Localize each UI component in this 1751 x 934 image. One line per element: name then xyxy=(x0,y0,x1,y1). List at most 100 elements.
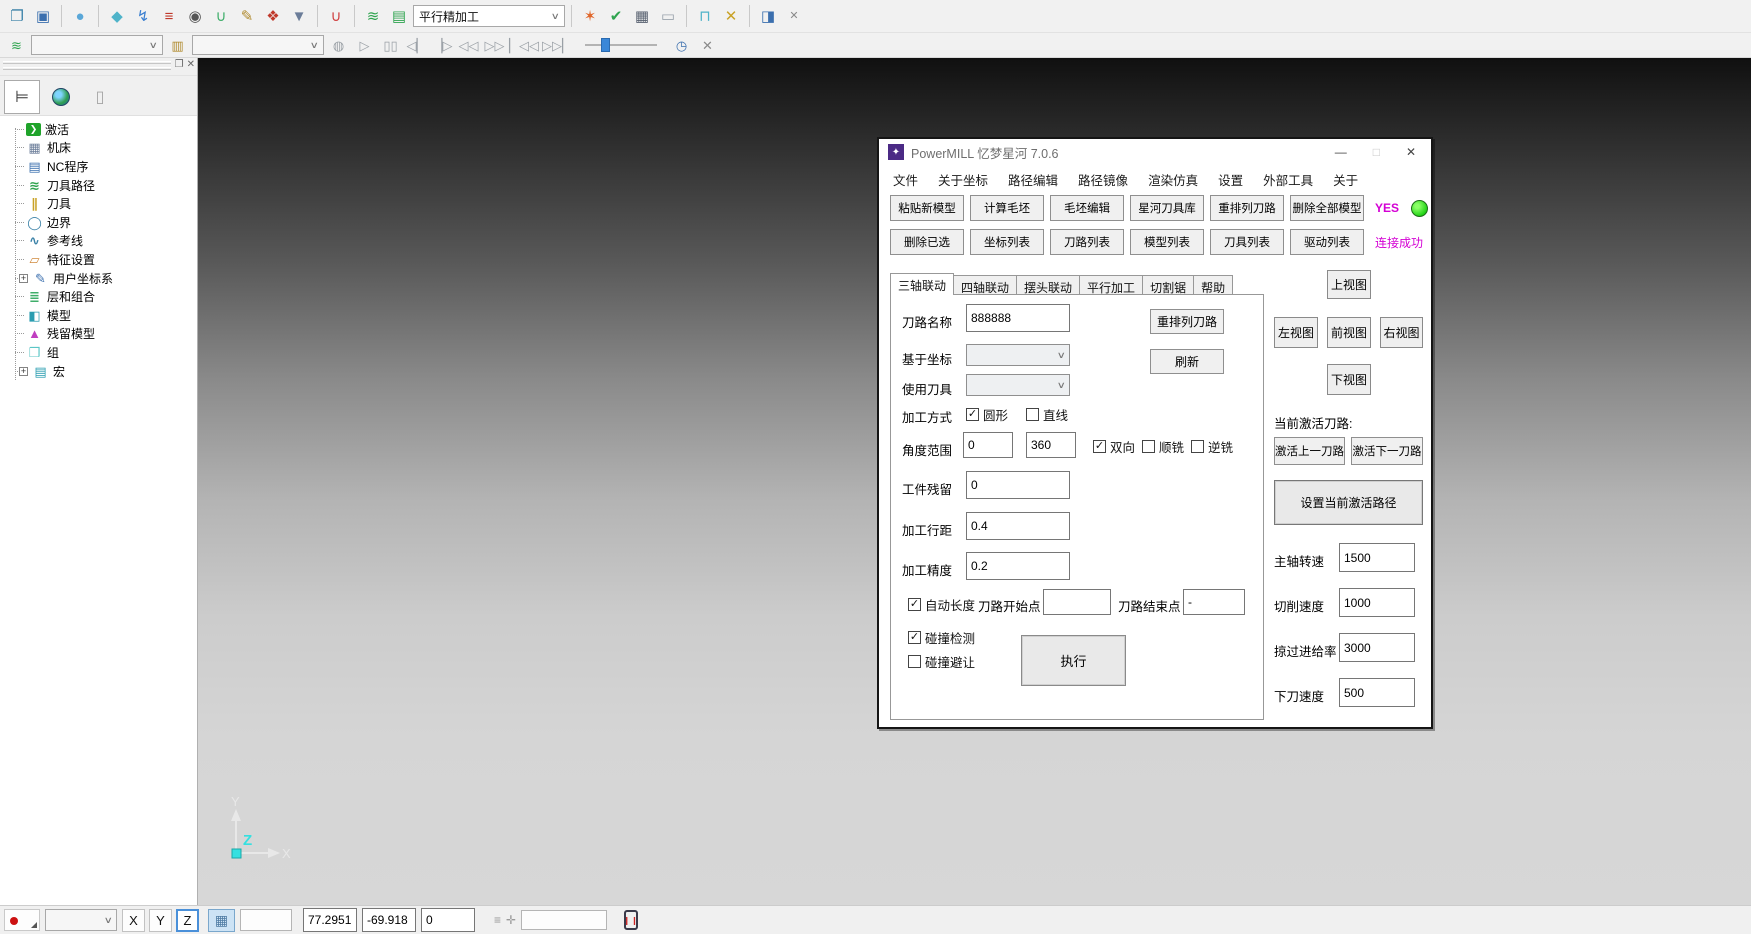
skim-feed-field[interactable] xyxy=(1339,633,1415,662)
based-coord-select[interactable]: ∨ xyxy=(966,344,1070,366)
left-view-button[interactable]: 左视图 xyxy=(1274,317,1318,348)
stock-edit-button[interactable]: 毛坯编辑 xyxy=(1050,195,1124,221)
tab-4axis[interactable]: 四轴联动 xyxy=(953,275,1017,295)
maximize-icon[interactable]: □ xyxy=(1373,145,1380,159)
tool-group-icon[interactable]: ▥ xyxy=(166,35,189,55)
climb-checkbox[interactable] xyxy=(1142,440,1155,453)
stock-remain-input[interactable] xyxy=(966,471,1070,499)
collision-avoid-checkbox[interactable] xyxy=(908,655,921,668)
dialog-title-bar[interactable]: ✦ PowerMILL 忆梦星河 7.0.6 — □ ✕ xyxy=(879,139,1431,165)
about-coord-menu[interactable]: 关于坐标 xyxy=(928,168,998,191)
transform-icon[interactable]: ✕ xyxy=(719,5,743,27)
boundary-create-icon[interactable]: ∪ xyxy=(209,5,233,27)
tree-item-patterns[interactable]: ∿参考线 xyxy=(6,232,197,251)
go-end-button[interactable]: ▷▷▏ xyxy=(542,35,572,55)
angle-to-input[interactable] xyxy=(1026,432,1076,458)
toolpath-list-button[interactable]: 刀路列表 xyxy=(1050,229,1124,255)
sim-toolbar-close-icon[interactable]: ✕ xyxy=(696,35,719,55)
use-tool-select[interactable]: ∨ xyxy=(966,374,1070,396)
strategy-list-icon[interactable]: ▤ xyxy=(387,5,411,27)
tolerance-input[interactable] xyxy=(966,552,1070,580)
tree-item-activate[interactable]: ❯激活 xyxy=(6,120,197,139)
calculator-icon[interactable]: ▦ xyxy=(630,5,654,27)
rearrange-toolpath-button[interactable]: 重排列刀路 xyxy=(1150,309,1224,334)
mode-line-checkbox[interactable] xyxy=(1026,408,1039,421)
toolpath-icon[interactable]: ≋ xyxy=(361,5,385,27)
pause-button[interactable]: ▯▯ xyxy=(379,35,402,55)
paste-new-model-button[interactable]: 粘贴新模型 xyxy=(890,195,964,221)
toolpath-strategy-icon[interactable]: ↯ xyxy=(131,5,155,27)
tree-item-toolpaths[interactable]: ≋刀具路径 xyxy=(6,176,197,195)
open-project-icon[interactable]: ❐ xyxy=(5,5,29,27)
compute-stock-button[interactable]: 计算毛坯 xyxy=(970,195,1044,221)
toolpath-verify-icon[interactable]: ✶ xyxy=(578,5,602,27)
toolpath-name-input[interactable] xyxy=(966,304,1070,332)
ruler-icon[interactable]: ▭ xyxy=(656,5,680,27)
file-menu[interactable]: 文件 xyxy=(883,168,928,191)
drive-list-button[interactable]: 驱动列表 xyxy=(1290,229,1364,255)
tree-item-levels[interactable]: ≣层和组合 xyxy=(6,287,197,306)
execute-button[interactable]: 执行 xyxy=(1021,635,1126,686)
axis-x-button[interactable]: X xyxy=(122,909,145,932)
mode-circle-checkbox[interactable] xyxy=(966,408,979,421)
tab-swivel-head[interactable]: 摆头联动 xyxy=(1016,275,1080,295)
activate-next-toolpath-button[interactable]: 激活下一刀路 xyxy=(1351,437,1423,465)
expand-icon[interactable]: + xyxy=(19,274,28,283)
tab-parallel[interactable]: 平行加工 xyxy=(1079,275,1143,295)
fast-forward-button[interactable]: ▷▷ xyxy=(483,35,506,55)
pattern-create-icon[interactable]: ✎ xyxy=(235,5,259,27)
step-forward-button[interactable]: ▕▷ xyxy=(431,35,454,55)
toolpath-sim-combo[interactable]: ∨ xyxy=(31,35,163,55)
coord-list-button[interactable]: 坐标列表 xyxy=(970,229,1044,255)
recycle-bin-tab[interactable]: ▯ xyxy=(82,80,118,114)
points-icon[interactable]: ❖ xyxy=(261,5,285,27)
tool-sim-combo[interactable]: ∨ xyxy=(192,35,324,55)
record-button[interactable] xyxy=(4,909,40,931)
y-coord-field[interactable] xyxy=(362,908,416,932)
close-panel-icon[interactable]: ✕ xyxy=(187,59,195,70)
tab-3axis[interactable]: 三轴联动 xyxy=(890,273,954,295)
feedrate-icon[interactable]: ≡ xyxy=(157,5,181,27)
auto-length-checkbox[interactable] xyxy=(908,598,921,611)
path-mirror-menu[interactable]: 路径镜像 xyxy=(1068,168,1138,191)
external-tools-menu[interactable]: 外部工具 xyxy=(1253,168,1323,191)
delete-selected-button[interactable]: 删除已选 xyxy=(890,229,964,255)
delete-all-models-button[interactable]: 删除全部模型 xyxy=(1290,195,1364,221)
tab-saw[interactable]: 切割锯 xyxy=(1142,275,1194,295)
plunge-feed-field[interactable] xyxy=(1339,678,1415,707)
right-view-button[interactable]: 右视图 xyxy=(1380,317,1423,348)
tree-item-nc-programs[interactable]: ▤NC程序 xyxy=(6,157,197,176)
rewind-button[interactable]: ◁◁ xyxy=(457,35,480,55)
toolbar-close-icon[interactable]: ✕ xyxy=(782,5,806,27)
refresh-button[interactable]: 刷新 xyxy=(1150,349,1224,374)
end-point-input[interactable] xyxy=(1183,589,1245,615)
angle-from-input[interactable] xyxy=(963,432,1013,458)
spindle-speed-field[interactable] xyxy=(1339,543,1415,572)
collision-check-icon[interactable]: ∪ xyxy=(324,5,348,27)
save-project-icon[interactable]: ▣ xyxy=(31,5,55,27)
go-start-button[interactable]: ▏◁◁ xyxy=(509,35,539,55)
axis-z-button[interactable]: Z xyxy=(176,909,199,932)
axis-y-button[interactable]: Y xyxy=(149,909,172,932)
clamp-icon[interactable]: ⊓ xyxy=(693,5,717,27)
activate-prev-toolpath-button[interactable]: 激活上一刀路 xyxy=(1274,437,1345,465)
settings-menu[interactable]: 设置 xyxy=(1208,168,1253,191)
x-coord-field[interactable] xyxy=(303,908,357,932)
play-button[interactable]: ▷ xyxy=(353,35,376,55)
tree-item-stock-models[interactable]: ▲残留模型 xyxy=(6,325,197,344)
float-panel-icon[interactable]: ❐ xyxy=(175,59,184,70)
about-menu[interactable]: 关于 xyxy=(1323,168,1368,191)
tree-item-feature-sets[interactable]: ▱特征设置 xyxy=(6,250,197,269)
tool-create-icon[interactable]: ◉ xyxy=(183,5,207,27)
slider-handle[interactable] xyxy=(601,38,610,52)
set-current-active-path-button[interactable]: 设置当前激活路径 xyxy=(1274,480,1423,525)
sphere-icon[interactable]: ● xyxy=(68,5,92,27)
tree-item-boundaries[interactable]: ◯边界 xyxy=(6,213,197,232)
tool-pair-icon[interactable]: ◨ xyxy=(756,5,780,27)
collision-check-checkbox[interactable] xyxy=(908,631,921,644)
tool-holder-icon[interactable]: ▼ xyxy=(287,5,311,27)
status-combo[interactable]: ∨ xyxy=(45,909,117,931)
tree-item-machine[interactable]: ▦机床 xyxy=(6,139,197,158)
z-coord-field[interactable] xyxy=(421,908,475,932)
top-view-button[interactable]: 上视图 xyxy=(1327,270,1371,299)
